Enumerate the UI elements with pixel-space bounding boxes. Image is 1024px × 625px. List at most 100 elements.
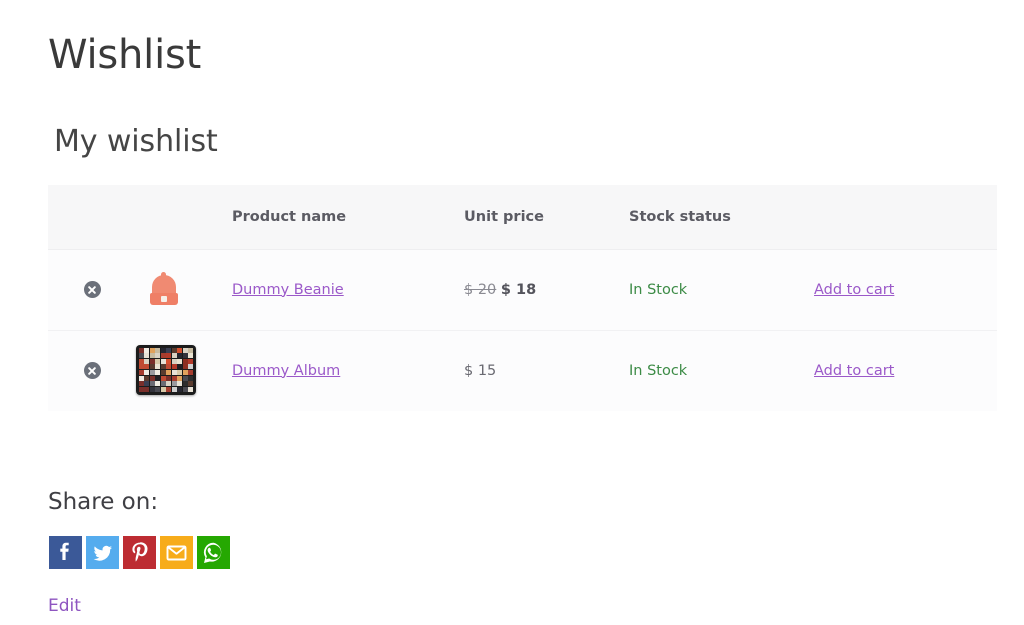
album-tile (144, 381, 149, 386)
album-collage-image (136, 345, 196, 395)
album-tile (155, 376, 160, 381)
album-tile (150, 370, 155, 375)
album-tile (183, 387, 188, 392)
album-tile (183, 376, 188, 381)
product-name-link[interactable]: Dummy Beanie (232, 282, 344, 298)
album-tile (166, 376, 171, 381)
album-tile (166, 353, 171, 358)
thumbnail-cell (136, 330, 232, 411)
sale-price: $ 18 (501, 282, 536, 298)
share-pinterest-button[interactable] (123, 536, 156, 569)
action-cell: Add to cart (814, 249, 997, 330)
product-name-cell: Dummy Beanie (232, 249, 464, 330)
album-tile (177, 387, 182, 392)
table-body: Dummy Beanie $ 20 $ 18 In Stock Add to c… (48, 249, 997, 411)
product-thumbnail-beanie[interactable] (136, 264, 194, 316)
album-tile (144, 353, 149, 358)
album-tile (150, 364, 155, 369)
album-tile (155, 353, 160, 358)
email-icon (160, 536, 193, 569)
album-tile (139, 348, 144, 353)
product-name-cell: Dummy Album (232, 330, 464, 411)
album-tile (161, 370, 166, 375)
column-header-remove (48, 185, 136, 249)
unit-price: $ 15 (464, 363, 496, 379)
album-tile (177, 370, 182, 375)
original-price: $ 20 (464, 282, 496, 298)
pinterest-icon (123, 536, 156, 569)
album-tile (150, 387, 155, 392)
album-tile (166, 370, 171, 375)
album-tile (183, 364, 188, 369)
album-tile (161, 348, 166, 353)
product-thumbnail-album[interactable] (136, 345, 194, 397)
stock-status-cell: In Stock (629, 330, 814, 411)
album-tile (139, 359, 144, 364)
unit-price-cell: $ 20 $ 18 (464, 249, 629, 330)
album-tile (172, 387, 177, 392)
table-row: Dummy Album $ 15 In Stock Add to cart (48, 330, 997, 411)
album-tile (177, 353, 182, 358)
thumbnail-cell (136, 249, 232, 330)
album-tile (183, 370, 188, 375)
album-tile (188, 348, 193, 353)
album-tile (161, 359, 166, 364)
album-tile (139, 370, 144, 375)
whatsapp-icon (197, 536, 230, 569)
album-tile (161, 376, 166, 381)
table-header: Product name Unit price Stock status (48, 185, 997, 249)
table-header-row: Product name Unit price Stock status (48, 185, 997, 249)
remove-circle-icon[interactable] (84, 281, 101, 298)
share-twitter-button[interactable] (86, 536, 119, 569)
album-tile (172, 364, 177, 369)
album-tile (161, 364, 166, 369)
album-tile (188, 381, 193, 386)
album-tile (172, 348, 177, 353)
album-tile (188, 387, 193, 392)
album-tile (172, 376, 177, 381)
album-tile (161, 353, 166, 358)
album-tile (150, 376, 155, 381)
remove-circle-icon[interactable] (84, 362, 101, 379)
wishlist-page: Wishlist My wishlist Product name Unit p… (0, 0, 1024, 625)
album-tile (183, 353, 188, 358)
album-tile (177, 376, 182, 381)
album-tile (139, 381, 144, 386)
twitter-icon (86, 536, 119, 569)
album-tile (183, 348, 188, 353)
album-tile (188, 364, 193, 369)
share-facebook-button[interactable] (49, 536, 82, 569)
page-title: Wishlist (48, 33, 201, 77)
remove-cell (48, 330, 136, 411)
album-tile (144, 387, 149, 392)
action-cell: Add to cart (814, 330, 997, 411)
album-tile (144, 364, 149, 369)
album-tile (150, 353, 155, 358)
table-row: Dummy Beanie $ 20 $ 18 In Stock Add to c… (48, 249, 997, 330)
album-tile (144, 359, 149, 364)
share-whatsapp-button[interactable] (197, 536, 230, 569)
album-tile (155, 348, 160, 353)
album-tile (155, 381, 160, 386)
add-to-cart-link[interactable]: Add to cart (814, 363, 894, 379)
product-name-link[interactable]: Dummy Album (232, 363, 340, 379)
album-tile (155, 364, 160, 369)
status-badge: In Stock (629, 363, 687, 379)
album-tile (172, 370, 177, 375)
column-header-stock-status: Stock status (629, 185, 814, 249)
album-tile (150, 348, 155, 353)
share-email-button[interactable] (160, 536, 193, 569)
edit-link[interactable]: Edit (48, 596, 81, 616)
album-tile (139, 364, 144, 369)
album-tile (161, 387, 166, 392)
album-tile (172, 359, 177, 364)
album-tile (150, 381, 155, 386)
wishlist-name-heading: My wishlist (54, 124, 218, 160)
column-header-unit-price: Unit price (464, 185, 629, 249)
album-tile (177, 364, 182, 369)
album-tile (177, 359, 182, 364)
album-tile (188, 376, 193, 381)
status-badge: In Stock (629, 282, 687, 298)
add-to-cart-link[interactable]: Add to cart (814, 282, 894, 298)
album-tile (166, 359, 171, 364)
